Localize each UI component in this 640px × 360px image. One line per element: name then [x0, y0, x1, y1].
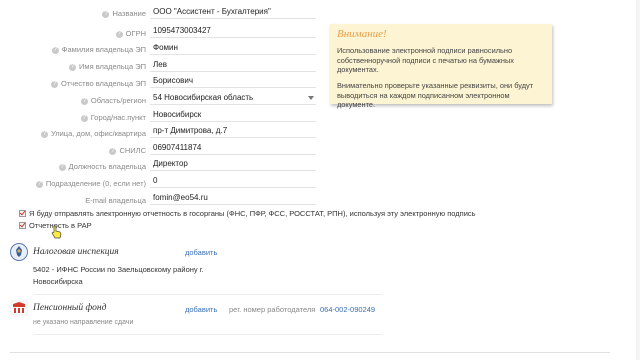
gov-reporting-checkbox[interactable] — [19, 210, 26, 217]
pension-section-title: Пенсионный фонд — [33, 303, 107, 313]
field-label-region: ? Область/регион — [80, 96, 146, 105]
firstname-field[interactable]: Лев — [150, 58, 316, 72]
field-label-firstname: ? Имя владельца ЭП — [69, 62, 146, 71]
notice-text-2: Внимательно проверьте указанные реквизит… — [337, 81, 534, 109]
help-icon[interactable]: ? — [40, 130, 48, 138]
patronymic-field[interactable]: Борисович — [150, 74, 316, 88]
field-label-street: ? Улица, дом, офис/квартира — [40, 129, 146, 138]
street-field[interactable]: пр-т Димитрова, д.7 — [150, 124, 316, 138]
help-icon[interactable]: ? — [109, 147, 117, 155]
ogrn-field[interactable]: 1095473003427 — [150, 24, 316, 38]
name-field[interactable]: ООО "Ассистент - Бухгалтерия" — [150, 5, 316, 19]
pension-reg-number[interactable]: 064-002-090249 — [320, 305, 375, 314]
tax-office-line2: Новосибирска — [33, 277, 83, 286]
tax-section-title: Налоговая инспекция — [33, 247, 119, 257]
field-label-position: ? Должность владельца — [58, 162, 146, 171]
warning-notice: Внимание! Использование электронной подп… — [330, 24, 552, 109]
position-field[interactable]: Директор — [150, 157, 316, 171]
scrollbar[interactable] — [636, 0, 640, 360]
snils-field[interactable]: 06907411874 — [150, 141, 316, 155]
pension-reg-label: рег. номер работодателя — [229, 305, 316, 314]
help-icon[interactable]: ? — [69, 63, 77, 71]
section-divider — [33, 334, 383, 335]
field-label-city: ? Город/нас.пункт — [80, 113, 146, 122]
field-label-lastname: ? Фамилия владельца ЭП — [51, 45, 146, 54]
help-icon[interactable]: ? — [51, 46, 59, 54]
hand-cursor-icon — [51, 225, 62, 239]
tax-office-line1: 5402 - ИФНС России по Заельцовскому райо… — [33, 265, 204, 274]
field-label-ogrn: ? ОГРН — [115, 29, 146, 38]
help-icon[interactable]: ? — [58, 163, 66, 171]
field-label-name: ? Название — [102, 9, 146, 18]
department-field[interactable]: 0 — [150, 174, 316, 188]
help-icon[interactable]: ? — [80, 97, 88, 105]
pension-hint: не указано направление сдачи — [33, 319, 134, 326]
help-icon[interactable]: ? — [115, 30, 123, 38]
tax-add-link[interactable]: добавить — [185, 248, 217, 257]
rar-reporting-checkbox[interactable] — [19, 222, 26, 229]
city-field[interactable]: Новосибирск — [150, 108, 316, 122]
pension-add-link[interactable]: добавить — [185, 305, 217, 314]
region-select[interactable]: 54 Новосибирская область — [150, 91, 316, 105]
field-label-department: ? Подразделение (0, если нет) — [35, 179, 146, 188]
tax-inspection-emblem-icon — [10, 243, 28, 261]
help-icon[interactable]: ? — [102, 10, 110, 18]
chevron-down-icon[interactable] — [308, 96, 314, 100]
section-divider — [10, 352, 610, 353]
gov-reporting-label[interactable]: Я буду отправлять электронную отчетность… — [29, 209, 476, 218]
help-icon[interactable]: ? — [35, 180, 43, 188]
field-label-snils: ? СНИЛС — [109, 146, 146, 155]
field-label-patronymic: ? Отчество владельца ЭП — [51, 79, 146, 88]
pension-fund-logo-icon — [10, 300, 28, 316]
field-label-email: E-mail владельца — [85, 196, 146, 205]
help-icon[interactable]: ? — [51, 80, 59, 88]
notice-text-1: Использование электронной подписи равнос… — [337, 46, 514, 74]
section-divider — [33, 294, 383, 295]
email-field[interactable]: fomin@eo54.ru — [150, 191, 316, 205]
notice-title: Внимание! — [337, 28, 387, 40]
help-icon[interactable]: ? — [80, 114, 88, 122]
lastname-field[interactable]: Фомин — [150, 41, 316, 55]
